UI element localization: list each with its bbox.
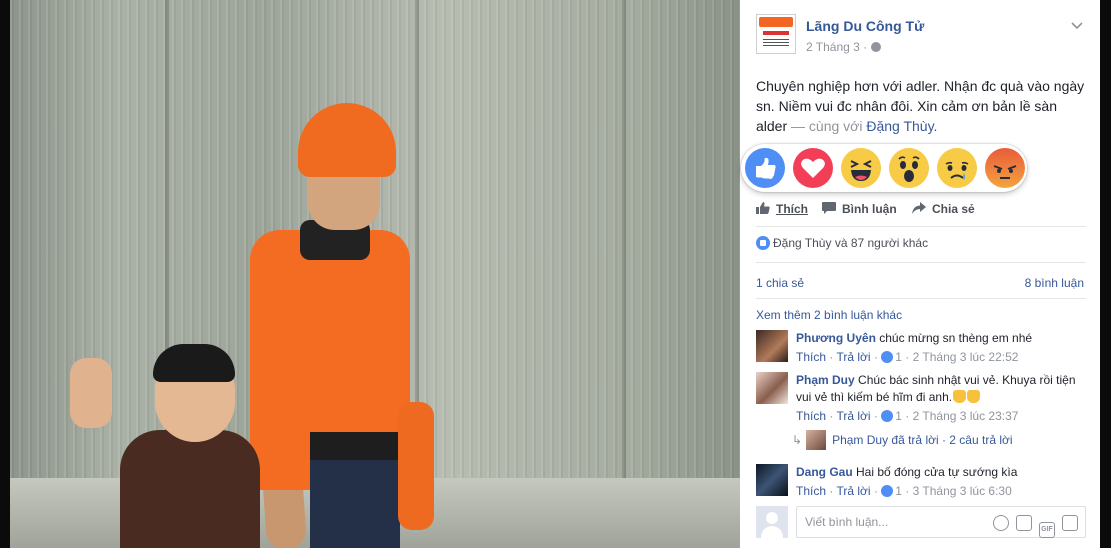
comment-author[interactable]: Phương Uyên: [796, 331, 876, 345]
divider: [756, 262, 1086, 263]
comment-text: Hai bố đóng cửa tự sướng kìa: [856, 465, 1018, 479]
gif-icon[interactable]: GIF: [1039, 522, 1055, 538]
kid-hair: [153, 344, 235, 382]
like-badge-icon: [881, 351, 894, 363]
avatar: [756, 506, 788, 538]
share-label: Chia sẻ: [932, 202, 975, 216]
likers-text: Đặng Thùy và 87 người khác: [773, 236, 929, 250]
share-button[interactable]: Chia sẻ: [912, 202, 975, 216]
comment-author[interactable]: Dang Gau: [796, 465, 853, 479]
post-photo[interactable]: [10, 0, 740, 548]
avatar[interactable]: [756, 330, 788, 362]
like-badge-icon: [881, 410, 894, 422]
composer-icons: GIF: [986, 515, 1078, 538]
comment-reply-link[interactable]: Trả lời: [836, 484, 870, 498]
comment-author[interactable]: Phạm Duy: [796, 373, 855, 387]
comment-label: Bình luận: [842, 202, 897, 216]
door-frame: [622, 0, 626, 488]
sticker-icon[interactable]: [1062, 515, 1078, 531]
comment-like-link[interactable]: Thích: [796, 350, 826, 364]
post-date[interactable]: 2 Tháng 3 ·: [806, 40, 882, 54]
man-pants: [310, 460, 400, 548]
like-label: Thích: [776, 202, 808, 216]
comment-meta: Thích · Trả lời · 1 · 3 Tháng 3 lúc 6:30: [796, 484, 1012, 498]
post-side-panel: Lãng Du Công Tử 2 Tháng 3 · Chuyên nghiệ…: [740, 0, 1100, 548]
divider: [756, 298, 1086, 299]
page-name[interactable]: Lãng Du Công Tử: [806, 18, 924, 34]
comment-like-link[interactable]: Thích: [796, 484, 826, 498]
smiley-icon[interactable]: [993, 515, 1009, 531]
reply-arrow-icon: ↳: [792, 433, 803, 447]
kid-peace-hand: [70, 358, 112, 428]
tool-bag: [398, 402, 434, 530]
view-replies[interactable]: ↳ Phạm Duy đã trả lời · 2 câu trả lời: [792, 430, 1013, 450]
point-down-emoji-icon: [953, 390, 967, 403]
divider: [756, 226, 1086, 227]
page-avatar[interactable]: [756, 14, 796, 54]
comment-icon: [822, 202, 836, 214]
angry-reaction-icon[interactable]: [985, 148, 1025, 188]
comment-reply-link[interactable]: Trả lời: [836, 350, 870, 364]
post-text: Chuyên nghiệp hơn với adler. Nhận đc quà…: [756, 76, 1086, 136]
kid-body: [120, 430, 260, 548]
comment-button[interactable]: Bình luận: [822, 202, 897, 216]
post-date-text: 2 Tháng 3 ·: [806, 40, 868, 54]
comment-like-link[interactable]: Thích: [796, 409, 826, 423]
view-more-comments[interactable]: Xem thêm 2 bình luận khác: [756, 308, 902, 322]
comment-like-count[interactable]: 1: [895, 350, 902, 364]
comment-time[interactable]: 3 Tháng 3 lúc 6:30: [913, 484, 1012, 498]
post-actions: Thích Bình luận Chia sẻ: [756, 200, 1086, 222]
comment-reply-link[interactable]: Trả lời: [836, 409, 870, 423]
comment-body: Dang Gau Hai bố đóng cửa tự sướng kìa Th…: [796, 464, 1086, 500]
share-count[interactable]: 1 chia sẻ: [756, 276, 804, 290]
camera-icon[interactable]: [1016, 515, 1032, 531]
likers-summary[interactable]: Đặng Thùy và 87 người khác: [756, 236, 928, 250]
like-badge-icon: [881, 485, 894, 497]
post-header: Lãng Du Công Tử 2 Tháng 3 ·: [756, 14, 1086, 58]
comment-time[interactable]: 2 Tháng 3 lúc 22:52: [913, 350, 1019, 364]
comment-count[interactable]: 8 bình luận: [1025, 276, 1084, 290]
sad-reaction-icon[interactable]: [937, 148, 977, 188]
chevron-down-icon[interactable]: [1070, 18, 1084, 32]
comment-composer: GIF: [756, 506, 1086, 540]
wow-reaction-icon[interactable]: [889, 148, 929, 188]
avatar[interactable]: [756, 464, 788, 496]
like-reaction-icon[interactable]: [745, 148, 785, 188]
comment-like-count[interactable]: 1: [895, 409, 902, 423]
like-button[interactable]: Thích: [756, 202, 808, 216]
comment-text: chúc mừng sn thèng em nhé: [879, 331, 1033, 345]
reaction-picker: [741, 144, 1027, 192]
globe-icon: [871, 42, 882, 52]
avatar: [806, 430, 827, 450]
like-badge-icon: [756, 236, 770, 250]
thumb-up-icon: [756, 202, 770, 214]
love-reaction-icon[interactable]: [793, 148, 833, 188]
comment-meta: Thích · Trả lời · 1 · 2 Tháng 3 lúc 23:3…: [796, 409, 1019, 423]
lightbox-backdrop: [1100, 0, 1111, 548]
tagged-user[interactable]: Đặng Thùy.: [866, 118, 937, 134]
post-with: — cùng với: [791, 118, 863, 134]
man-belt: [310, 432, 400, 462]
share-icon: [912, 202, 926, 214]
haha-reaction-icon[interactable]: [841, 148, 881, 188]
comment-body: Phương Uyên chúc mừng sn thèng em nhé Th…: [796, 330, 1086, 366]
avatar[interactable]: [756, 372, 788, 404]
point-down-emoji-icon: [967, 390, 981, 403]
comment-meta: Thích · Trả lời · 1 · 2 Tháng 3 lúc 22:5…: [796, 350, 1019, 364]
reply-summary-text: Phạm Duy đã trả lời · 2 câu trả lời: [832, 433, 1013, 447]
comment-body: Phạm Duy Chúc bác sinh nhật vui vẻ. Khuy…: [796, 372, 1086, 425]
comment-like-count[interactable]: 1: [895, 484, 902, 498]
comment-time[interactable]: 2 Tháng 3 lúc 23:37: [913, 409, 1019, 423]
